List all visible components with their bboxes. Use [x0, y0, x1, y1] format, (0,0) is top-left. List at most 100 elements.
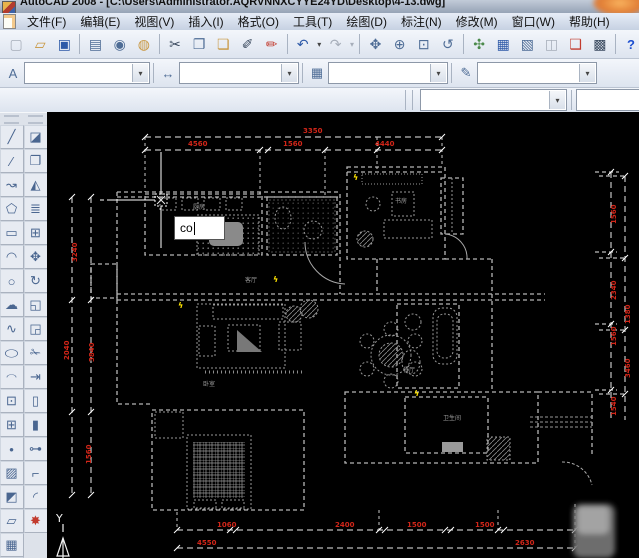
undo-button[interactable]: ↶ — [291, 32, 315, 57]
break-button[interactable]: ▯ — [23, 389, 48, 413]
text-style-combo[interactable]: ▾ — [24, 62, 150, 84]
make-block-button[interactable]: ⊞ — [0, 413, 24, 437]
block-editor-button[interactable]: ✏ — [260, 32, 284, 57]
plot-preview-button[interactable]: ◉ — [108, 32, 132, 57]
match-properties-button[interactable]: ✐ — [235, 32, 259, 57]
menu-edit[interactable]: 编辑(E) — [73, 13, 127, 30]
menu-view[interactable]: 视图(V) — [127, 13, 181, 30]
combo-arrow-button[interactable]: ▾ — [430, 64, 446, 82]
new-button[interactable]: ▢ — [4, 32, 28, 57]
title-bar[interactable]: AutoCAD 2008 - [C:\Users\Administrator.A… — [0, 0, 639, 14]
offset-icon: ≣ — [30, 201, 41, 216]
drawing-canvas[interactable]: 3350 4560 1560 4440 3240 2040 3840 1560 … — [47, 112, 639, 558]
hatch-button[interactable]: ▨ — [0, 461, 24, 485]
pan-button[interactable]: ✥ — [363, 32, 387, 57]
dim-style-combo[interactable]: ▾ — [179, 62, 299, 84]
table-style-icon: ▦ — [310, 65, 324, 80]
combo-arrow-button[interactable]: ▾ — [549, 91, 565, 109]
combo-arrow-button[interactable]: ▾ — [281, 64, 297, 82]
layers-button[interactable]: ▦ — [491, 32, 515, 57]
menu-tools[interactable]: 工具(T) — [286, 13, 339, 30]
polyline-button[interactable]: ↝ — [0, 173, 24, 197]
dim-text: 2630 — [515, 539, 535, 547]
right-combo[interactable] — [576, 89, 639, 111]
construction-line-button[interactable]: ∕ — [0, 149, 24, 173]
point-button[interactable]: • — [0, 437, 24, 461]
chamfer-button[interactable]: ⌐ — [23, 461, 48, 485]
explode-button[interactable]: ✸ — [23, 509, 48, 533]
save-button[interactable]: ▣ — [52, 32, 76, 57]
menu-file[interactable]: 文件(F) — [20, 13, 73, 30]
close-button[interactable] — [593, 0, 639, 13]
quickcalc-button[interactable]: ▩ — [588, 32, 612, 57]
markup-button[interactable]: ❑ — [564, 32, 588, 57]
paste-button[interactable]: ❏ — [211, 32, 235, 57]
rotate-button[interactable]: ↻ — [23, 269, 48, 293]
ellipse-button[interactable]: ◯ — [0, 341, 24, 365]
erase-button[interactable]: ◪ — [23, 125, 48, 149]
cut-button[interactable]: ✂ — [163, 32, 187, 57]
toolbar-separator — [463, 34, 464, 54]
menu-draw[interactable]: 绘图(D) — [339, 13, 394, 30]
help-button[interactable]: ? — [619, 32, 639, 57]
scale-icon: ◱ — [29, 297, 42, 312]
undo-dropdown[interactable]: ▾ — [315, 40, 324, 49]
toolbar-grip[interactable] — [4, 115, 19, 124]
mleader-style-combo[interactable]: ▾ — [477, 62, 597, 84]
menu-modify[interactable]: 修改(M) — [449, 13, 505, 30]
polygon-button[interactable]: ⬠ — [0, 197, 24, 221]
move-button[interactable]: ✥ — [23, 245, 48, 269]
fillet-button[interactable]: ◜ — [23, 485, 48, 509]
break-at-point-button[interactable]: ▮ — [23, 413, 48, 437]
arc-button[interactable]: ◠ — [0, 245, 24, 269]
combo-arrow-button[interactable]: ▾ — [579, 64, 595, 82]
mirror-button[interactable]: ◭ — [23, 173, 48, 197]
array-button[interactable]: ⊞ — [23, 221, 48, 245]
properties-button[interactable]: ✣ — [467, 32, 491, 57]
stretch-button[interactable]: ◲ — [23, 317, 48, 341]
make-block-icon: ⊞ — [6, 417, 17, 432]
copy-button[interactable]: ❐ — [23, 149, 48, 173]
join-button[interactable]: ⊶ — [23, 437, 48, 461]
line-button[interactable]: ╱ — [0, 125, 24, 149]
redo-dropdown[interactable]: ▾ — [348, 40, 357, 49]
gradient-button[interactable]: ◩ — [0, 485, 24, 509]
tool-palettes-button[interactable]: ◫ — [539, 32, 563, 57]
extend-button[interactable]: ⇥ — [23, 365, 48, 389]
zoom-realtime-button[interactable]: ⊕ — [388, 32, 412, 57]
region-button[interactable]: ▱ — [0, 509, 24, 533]
scale-button[interactable]: ◱ — [23, 293, 48, 317]
open-button[interactable]: ▱ — [28, 32, 52, 57]
spline-button[interactable]: ∿ — [0, 317, 24, 341]
zoom-window-button[interactable]: ⊡ — [412, 32, 436, 57]
menu-window[interactable]: 窗口(W) — [505, 13, 562, 30]
trim-button[interactable]: ✁ — [23, 341, 48, 365]
offset-button[interactable]: ≣ — [23, 197, 48, 221]
dynamic-input-value: co — [180, 221, 193, 235]
layer-states-button[interactable]: ▧ — [515, 32, 539, 57]
plot-button[interactable]: ▤ — [83, 32, 107, 57]
workspace-combo[interactable]: ▾ — [420, 89, 567, 111]
dim-text: 2040 — [63, 340, 71, 360]
zoom-previous-button[interactable]: ↺ — [436, 32, 460, 57]
modify-toolbar: ◪ ❐ ◭ ≣ ⊞ ✥ ↻ ◱ ◲ ✁ ⇥ ▯ ▮ ⊶ ⌐ ◜ ✸ — [23, 113, 48, 533]
rectangle-button[interactable]: ▭ — [0, 221, 24, 245]
document-menu-icon[interactable] — [3, 14, 16, 29]
menu-insert[interactable]: 插入(I) — [181, 13, 230, 30]
toolbar-grip[interactable] — [28, 115, 43, 124]
redo-button[interactable]: ↷ — [324, 32, 348, 57]
circle-button[interactable]: ○ — [0, 269, 24, 293]
room-label-study: 书房 — [395, 197, 407, 205]
copy-clip-button[interactable]: ❐ — [187, 32, 211, 57]
menu-help[interactable]: 帮助(H) — [562, 13, 617, 30]
insert-block-button[interactable]: ⊡ — [0, 389, 24, 413]
dynamic-input-box[interactable]: co — [174, 216, 225, 240]
table-button[interactable]: ▦ — [0, 533, 24, 557]
publish-button[interactable]: ◍ — [132, 32, 156, 57]
revcloud-button[interactable]: ☁ — [0, 293, 24, 317]
table-style-combo[interactable]: ▾ — [328, 62, 448, 84]
combo-arrow-button[interactable]: ▾ — [132, 64, 148, 82]
menu-format[interactable]: 格式(O) — [231, 13, 286, 30]
menu-dimension[interactable]: 标注(N) — [394, 13, 449, 30]
ellipse-arc-button[interactable]: ◠ — [0, 365, 24, 389]
